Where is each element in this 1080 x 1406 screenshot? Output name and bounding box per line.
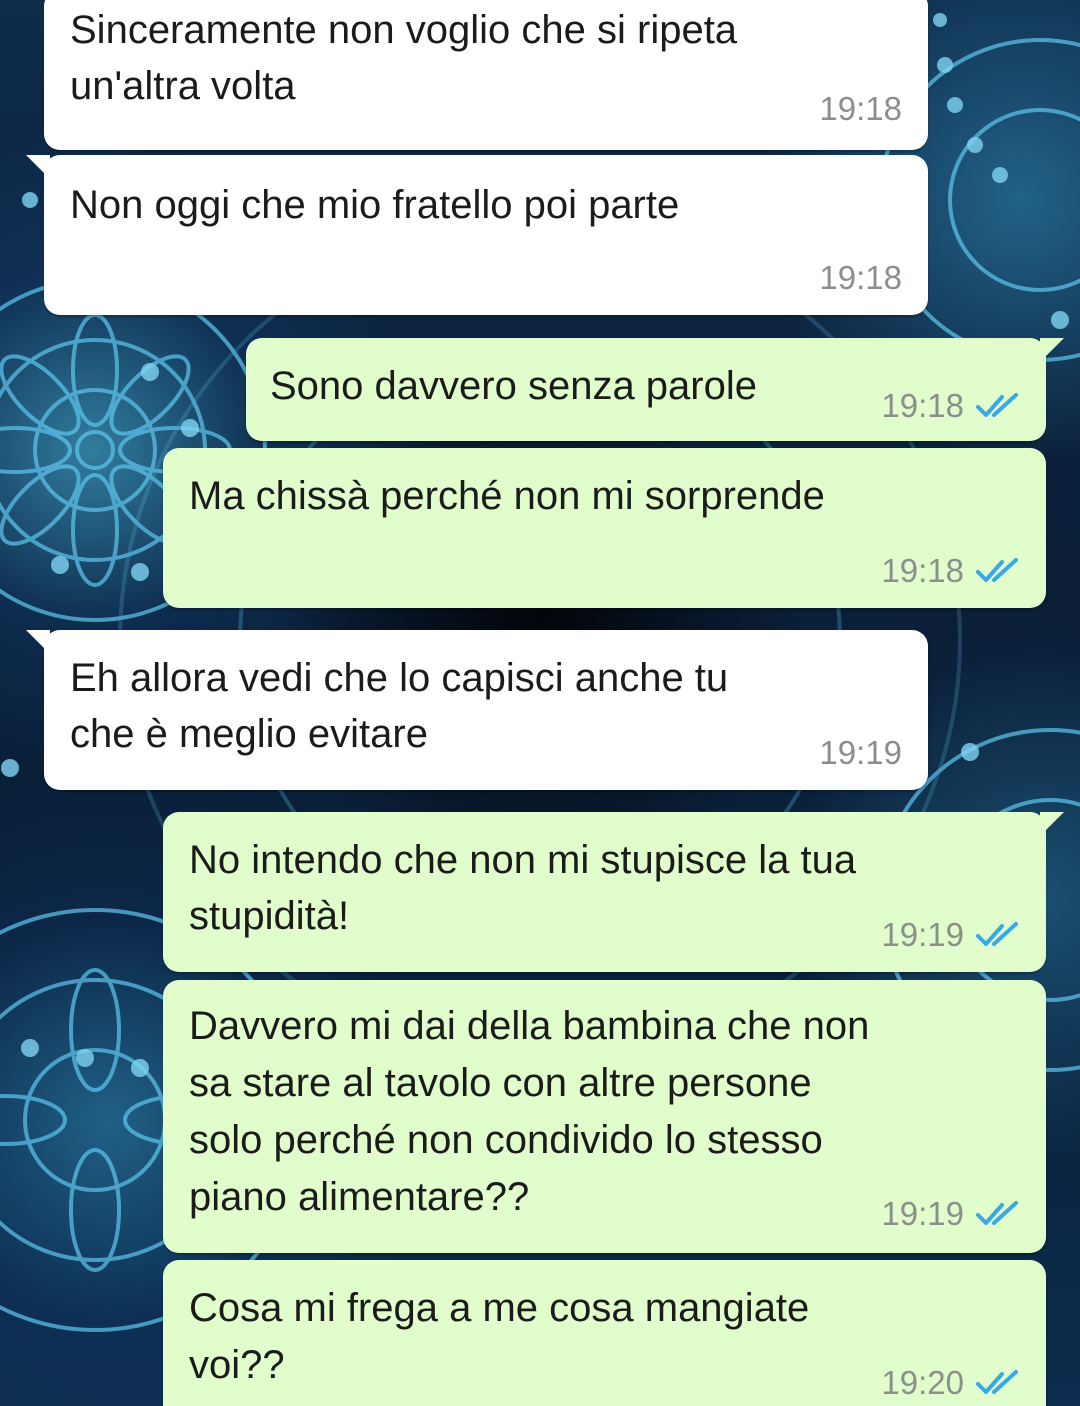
- double-check-read-icon: [976, 1201, 1020, 1227]
- double-check-read-icon: [976, 558, 1020, 584]
- incoming-message[interactable]: Sinceramente non voglio che si ripeta un…: [44, 0, 928, 150]
- message-text-line: Sinceramente non voglio che si ripeta: [70, 8, 738, 52]
- message-meta: 19:19: [881, 1195, 1020, 1233]
- message-meta: 19:18: [881, 552, 1020, 590]
- message-text-line: Davvero mi dai della bambina che non: [189, 1004, 870, 1048]
- message-timestamp: 19:18: [819, 90, 902, 127]
- outgoing-message[interactable]: No intendo che non mi stupisce la tua st…: [163, 812, 1064, 972]
- incoming-message[interactable]: Non oggi che mio fratello poi parte 19:1…: [26, 155, 928, 315]
- message-meta: 19:18: [819, 90, 902, 128]
- outgoing-message[interactable]: Ma chissà perché non mi sorprende 19:18: [163, 448, 1046, 608]
- message-text-line: Cosa mi frega a me cosa mangiate: [189, 1286, 810, 1330]
- message-meta: 19:19: [819, 734, 902, 772]
- message-text-line: solo perché non condivido lo stesso: [189, 1118, 823, 1162]
- message-text-line: Non oggi che mio fratello poi parte: [70, 183, 680, 227]
- message-text-line: sa stare al tavolo con altre persone: [189, 1061, 812, 1105]
- outgoing-message[interactable]: Sono davvero senza parole 19:18: [246, 338, 1064, 441]
- message-text-line: Sono davvero senza parole: [270, 364, 757, 408]
- outgoing-message[interactable]: Davvero mi dai della bambina che non sa …: [163, 980, 1046, 1253]
- message-timestamp: 19:19: [881, 916, 964, 953]
- bubble-tail: [1040, 812, 1064, 836]
- incoming-message[interactable]: Eh allora vedi che lo capisci anche tu c…: [26, 630, 928, 790]
- bubble-tail: [26, 630, 50, 654]
- message-meta: 19:19: [881, 916, 1020, 954]
- message-timestamp: 19:18: [881, 552, 964, 589]
- message-timestamp: 19:20: [881, 1364, 964, 1401]
- message-meta: 19:18: [881, 387, 1020, 425]
- outgoing-message[interactable]: Cosa mi frega a me cosa mangiate voi?? 1…: [163, 1260, 1046, 1406]
- message-text-line: No intendo che non mi stupisce la tua: [189, 838, 857, 882]
- bubble-tail: [1040, 338, 1064, 362]
- message-timestamp: 19:18: [819, 259, 902, 296]
- message-text-line: Ma chissà perché non mi sorprende: [189, 474, 825, 518]
- message-timestamp: 19:18: [881, 387, 964, 424]
- bubble-tail: [26, 155, 50, 179]
- message-text-line: che è meglio evitare: [70, 712, 428, 756]
- message-text-line: un'altra volta: [70, 64, 296, 108]
- message-meta: 19:18: [819, 259, 902, 297]
- message-text-line: voi??: [189, 1343, 285, 1387]
- message-text-line: piano alimentare??: [189, 1175, 530, 1219]
- double-check-read-icon: [976, 393, 1020, 419]
- message-timestamp: 19:19: [881, 1195, 964, 1232]
- message-meta: 19:20: [881, 1364, 1020, 1402]
- message-text-line: stupidità!: [189, 894, 350, 938]
- message-timestamp: 19:19: [819, 734, 902, 771]
- message-text-line: Eh allora vedi che lo capisci anche tu: [70, 656, 729, 700]
- double-check-read-icon: [976, 922, 1020, 948]
- double-check-read-icon: [976, 1370, 1020, 1396]
